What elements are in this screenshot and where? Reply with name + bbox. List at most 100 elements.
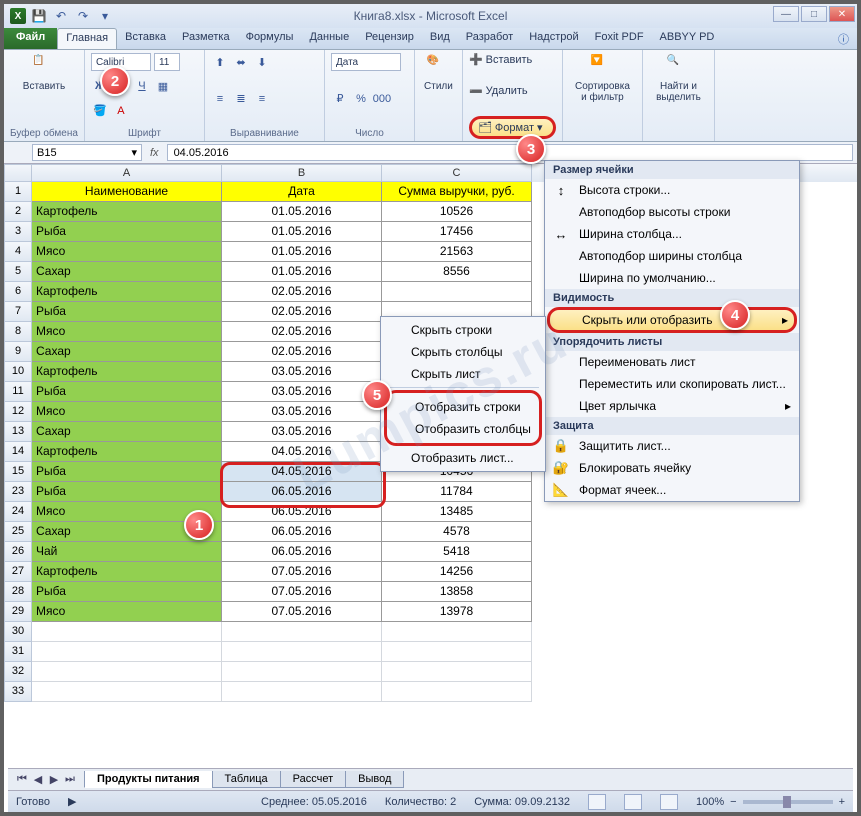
cell[interactable]: Рыба: [32, 222, 222, 242]
cell[interactable]: 13858: [382, 582, 532, 602]
cell[interactable]: Рыба: [32, 462, 222, 482]
cell[interactable]: [222, 642, 382, 662]
sheet-tab-2[interactable]: Таблица: [212, 771, 281, 788]
cell[interactable]: Сахар: [32, 262, 222, 282]
find-button[interactable]: 🔍 Найти и выделить: [649, 53, 708, 105]
cell[interactable]: [382, 622, 532, 642]
menu-show-cols[interactable]: Отобразить столбцы: [387, 418, 539, 440]
zoom-in-icon[interactable]: +: [839, 796, 845, 808]
ribbon-help-icon[interactable]: ⓘ: [830, 28, 857, 49]
cell[interactable]: Мясо: [32, 242, 222, 262]
cell[interactable]: [382, 282, 532, 302]
menu-rename-sheet[interactable]: Переименовать лист: [545, 351, 799, 373]
row-header[interactable]: 2: [4, 202, 32, 222]
cell[interactable]: 03.05.2016: [222, 402, 382, 422]
sheet-nav-first-icon[interactable]: ⏮: [14, 772, 30, 788]
row-header[interactable]: 32: [4, 662, 32, 682]
align-mid-icon[interactable]: ⬌: [232, 53, 250, 71]
cell[interactable]: 13978: [382, 602, 532, 622]
cell[interactable]: [32, 682, 222, 702]
row-header[interactable]: 3: [4, 222, 32, 242]
redo-icon[interactable]: ↷: [74, 7, 92, 25]
minimize-button[interactable]: —: [773, 6, 799, 22]
cell[interactable]: 02.05.2016: [222, 282, 382, 302]
menu-hide-rows[interactable]: Скрыть строки: [383, 319, 543, 341]
tab-developer[interactable]: Разработ: [458, 28, 521, 49]
cell[interactable]: [32, 642, 222, 662]
cell[interactable]: Сумма выручки, руб.: [382, 182, 532, 202]
menu-row-height[interactable]: ↕Высота строки...: [545, 179, 799, 201]
format-button[interactable]: 🗂 Формат ▾: [469, 116, 556, 139]
cell[interactable]: 06.05.2016: [222, 482, 382, 502]
row-header[interactable]: 14: [4, 442, 32, 462]
row-header[interactable]: 8: [4, 322, 32, 342]
cell[interactable]: Наименование: [32, 182, 222, 202]
view-normal-icon[interactable]: [588, 794, 606, 810]
cell[interactable]: 03.05.2016: [222, 422, 382, 442]
cell[interactable]: 01.05.2016: [222, 202, 382, 222]
menu-hide-sheet[interactable]: Скрыть лист: [383, 363, 543, 385]
cell[interactable]: Рыба: [32, 582, 222, 602]
comma-icon[interactable]: 000: [373, 90, 391, 108]
cell[interactable]: [32, 622, 222, 642]
menu-lock-cell[interactable]: 🔐Блокировать ячейку: [545, 457, 799, 479]
row-header[interactable]: 29: [4, 602, 32, 622]
percent-icon[interactable]: %: [352, 90, 370, 108]
sheet-tab-1[interactable]: Продукты питания: [84, 771, 213, 788]
border-button[interactable]: ▦: [154, 77, 172, 95]
sort-filter-button[interactable]: 🔽 Сортировка и фильтр: [569, 53, 636, 105]
paste-button[interactable]: 📋 Вставить: [10, 53, 78, 94]
cell[interactable]: [222, 682, 382, 702]
styles-button[interactable]: 🎨 Стили: [421, 53, 456, 94]
cell[interactable]: Сахар: [32, 422, 222, 442]
tab-view[interactable]: Вид: [422, 28, 458, 49]
tab-addins[interactable]: Надстрой: [521, 28, 586, 49]
row-header[interactable]: 31: [4, 642, 32, 662]
insert-cells-button[interactable]: ➕Вставить: [469, 53, 556, 66]
align-right-icon[interactable]: ≡: [253, 90, 271, 108]
name-box-dropdown-icon[interactable]: ▾: [131, 146, 137, 159]
row-header[interactable]: 25: [4, 522, 32, 542]
row-header[interactable]: 24: [4, 502, 32, 522]
cell[interactable]: Мясо: [32, 602, 222, 622]
menu-move-copy[interactable]: Переместить или скопировать лист...: [545, 373, 799, 395]
cell[interactable]: [382, 682, 532, 702]
row-header[interactable]: 28: [4, 582, 32, 602]
row-header[interactable]: 12: [4, 402, 32, 422]
tab-insert[interactable]: Вставка: [117, 28, 174, 49]
align-left-icon[interactable]: ≡: [211, 90, 229, 108]
cell[interactable]: [32, 662, 222, 682]
underline-button[interactable]: Ч: [133, 77, 151, 95]
cell[interactable]: 07.05.2016: [222, 602, 382, 622]
row-header[interactable]: 6: [4, 282, 32, 302]
menu-hide-cols[interactable]: Скрыть столбцы: [383, 341, 543, 363]
cell[interactable]: 01.05.2016: [222, 242, 382, 262]
cell[interactable]: Картофель: [32, 202, 222, 222]
cell[interactable]: 17456: [382, 222, 532, 242]
zoom-out-icon[interactable]: −: [730, 796, 736, 808]
cell[interactable]: Картофель: [32, 562, 222, 582]
save-icon[interactable]: 💾: [30, 7, 48, 25]
cell[interactable]: 07.05.2016: [222, 562, 382, 582]
cell[interactable]: [222, 622, 382, 642]
row-header[interactable]: 1: [4, 182, 32, 202]
cell[interactable]: Рыба: [32, 382, 222, 402]
tab-abbyy[interactable]: ABBYY PD: [652, 28, 723, 49]
cell[interactable]: [382, 642, 532, 662]
delete-cells-button[interactable]: ➖Удалить: [469, 85, 556, 98]
row-header[interactable]: 13: [4, 422, 32, 442]
align-top-icon[interactable]: ⬆: [211, 53, 229, 71]
view-layout-icon[interactable]: [624, 794, 642, 810]
currency-icon[interactable]: ₽: [331, 90, 349, 108]
cell[interactable]: 13485: [382, 502, 532, 522]
sheet-tab-3[interactable]: Рассчет: [280, 771, 347, 788]
cell[interactable]: 03.05.2016: [222, 382, 382, 402]
cell[interactable]: 03.05.2016: [222, 362, 382, 382]
tab-home[interactable]: Главная: [57, 28, 117, 49]
cell[interactable]: 02.05.2016: [222, 302, 382, 322]
cell[interactable]: 06.05.2016: [222, 542, 382, 562]
tab-formulas[interactable]: Формулы: [238, 28, 302, 49]
name-box[interactable]: B15 ▾: [32, 144, 142, 161]
row-header[interactable]: 4: [4, 242, 32, 262]
row-header[interactable]: 5: [4, 262, 32, 282]
